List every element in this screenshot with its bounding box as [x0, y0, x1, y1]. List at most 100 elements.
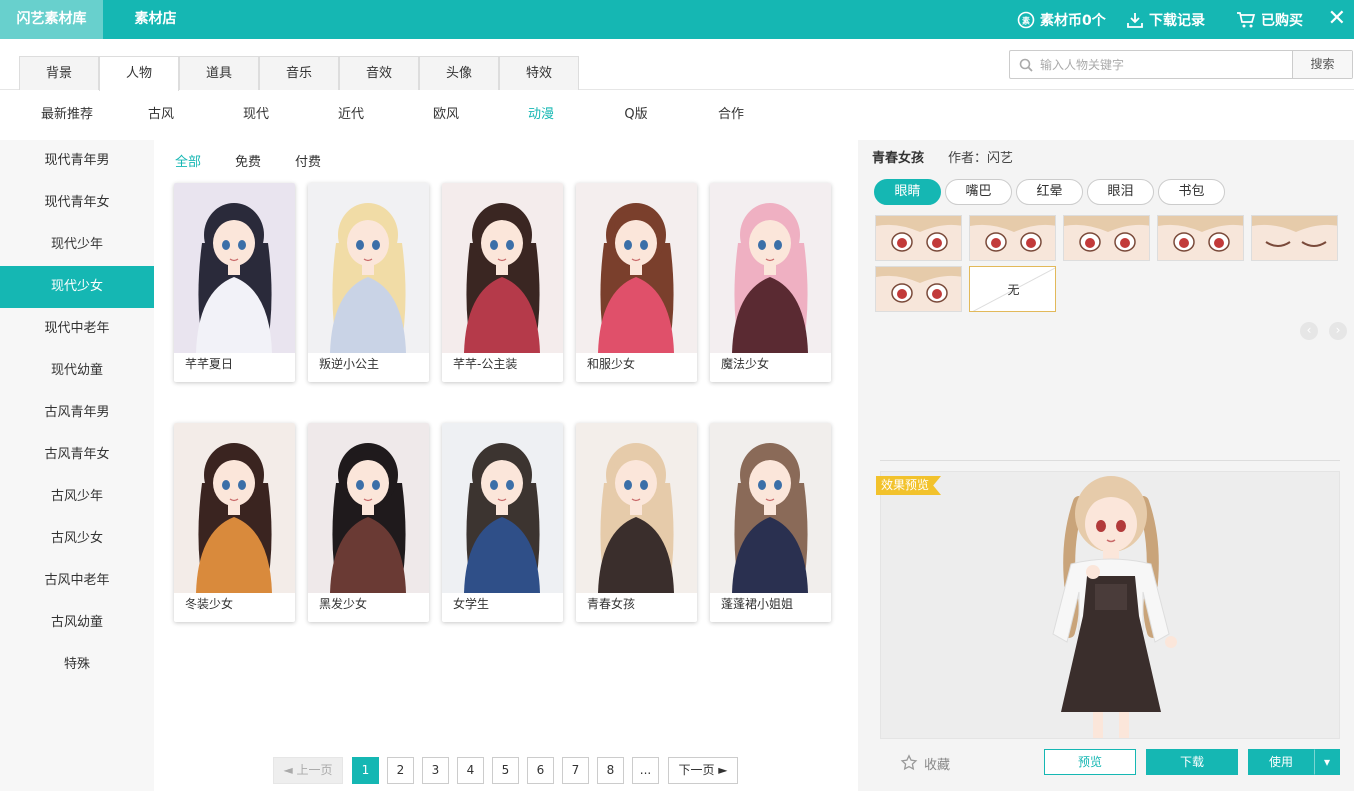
character-card[interactable]: 叛逆小公主	[308, 183, 429, 382]
tab-props[interactable]: 道具	[179, 56, 259, 90]
character-card[interactable]: 魔法少女	[710, 183, 831, 382]
search-input[interactable]	[1010, 51, 1293, 78]
character-card-label: 冬装少女	[185, 597, 234, 611]
sidebar-item[interactable]: 古风幼童	[0, 602, 154, 644]
sidebar-item-selected[interactable]: 现代少女	[0, 266, 154, 308]
page-button[interactable]: 4	[457, 757, 484, 784]
character-card-label: 蓬蓬裙小姐姐	[721, 597, 794, 611]
part-tab-tears[interactable]: 眼泪	[1087, 179, 1154, 205]
category-sidebar: 现代青年男 现代青年女 现代少年 现代少女 现代中老年 现代幼童 古风青年男 古…	[0, 140, 154, 791]
sidebar-item[interactable]: 古风少女	[0, 518, 154, 560]
character-card[interactable]: 青春女孩	[576, 423, 697, 622]
character-card[interactable]: 黑发少女	[308, 423, 429, 622]
sidebar-item[interactable]: 现代青年男	[0, 140, 154, 182]
page-button[interactable]: 2	[387, 757, 414, 784]
eye-thumbnail[interactable]	[1063, 215, 1150, 261]
subnav-ancient[interactable]: 古风	[141, 90, 181, 140]
part-tab-blush[interactable]: 红晕	[1016, 179, 1083, 205]
filter-all[interactable]: 全部	[175, 150, 201, 176]
character-card[interactable]: 冬装少女	[174, 423, 295, 622]
top-bar: 闪艺素材库 素材店 素 素材币0个 下载记录 已购买 ✕	[0, 0, 1354, 39]
tab-characters[interactable]: 人物	[99, 56, 179, 91]
part-tab-mouth[interactable]: 嘴巴	[945, 179, 1012, 205]
close-icon[interactable]: ✕	[1328, 0, 1346, 39]
filter-free[interactable]: 免费	[235, 150, 261, 176]
eye-thumbnail[interactable]	[1157, 215, 1244, 261]
page-button[interactable]: 3	[422, 757, 449, 784]
brand-tab[interactable]: 闪艺素材库	[0, 0, 103, 39]
subnav-western[interactable]: 欧风	[426, 90, 466, 140]
subnav-chibi[interactable]: Q版	[616, 90, 656, 140]
sidebar-item[interactable]: 古风青年男	[0, 392, 154, 434]
page-button[interactable]: 8	[597, 757, 624, 784]
sidebar-item[interactable]: 古风少年	[0, 476, 154, 518]
purchased-button[interactable]: 已购买	[1236, 0, 1303, 39]
style-subnav: 最新推荐 古风 现代 近代 欧风 动漫 Q版 合作	[0, 90, 1354, 140]
character-card[interactable]: 女学生	[442, 423, 563, 622]
sidebar-item[interactable]: 现代少年	[0, 224, 154, 266]
preview-button[interactable]: 预览	[1044, 749, 1136, 775]
character-card[interactable]: 蓬蓬裙小姐姐	[710, 423, 831, 622]
prev-page-button[interactable]: ◄ 上一页	[273, 757, 343, 784]
sidebar-item[interactable]: 特殊	[0, 644, 154, 686]
page-button[interactable]: 7	[562, 757, 589, 784]
character-thumbnail	[442, 423, 563, 593]
eye-thumbnail[interactable]	[875, 215, 962, 261]
sidebar-item[interactable]: 现代幼童	[0, 350, 154, 392]
character-card-label: 叛逆小公主	[319, 357, 380, 371]
part-tab-eyes[interactable]: 眼睛	[874, 179, 941, 205]
page-button[interactable]: 1	[352, 757, 379, 784]
favorite-label: 收藏	[924, 757, 951, 773]
character-thumbnail	[308, 183, 429, 353]
character-card[interactable]: 芊芊夏日	[174, 183, 295, 382]
page-button[interactable]: 5	[492, 757, 519, 784]
chevron-right-icon[interactable]: ›	[1329, 322, 1347, 340]
sidebar-item[interactable]: 古风中老年	[0, 560, 154, 602]
preview-badge: 效果预览	[876, 476, 942, 495]
part-none-option[interactable]: 无	[969, 266, 1056, 312]
search-button[interactable]: 搜索	[1292, 51, 1352, 78]
filter-paid[interactable]: 付费	[295, 150, 321, 176]
subnav-modern[interactable]: 现代	[236, 90, 276, 140]
subnav-anime[interactable]: 动漫	[521, 90, 561, 140]
eye-thumbnail[interactable]	[969, 215, 1056, 261]
character-card[interactable]: 芊芊-公主装	[442, 183, 563, 382]
download-button[interactable]: 下载	[1146, 749, 1238, 775]
download-icon	[1127, 12, 1143, 28]
tab-effects[interactable]: 特效	[499, 56, 579, 90]
sidebar-item[interactable]: 现代青年女	[0, 182, 154, 224]
tab-avatars[interactable]: 头像	[419, 56, 499, 90]
tab-background[interactable]: 背景	[19, 56, 99, 90]
eye-thumbnail[interactable]	[875, 266, 962, 312]
character-thumbnail	[174, 423, 295, 593]
page-button[interactable]: 6	[527, 757, 554, 784]
part-tab-schoolbag[interactable]: 书包	[1158, 179, 1225, 205]
purchased-label: 已购买	[1261, 12, 1303, 29]
tab-sound-effects[interactable]: 音效	[339, 56, 419, 90]
subnav-cooperation[interactable]: 合作	[711, 90, 751, 140]
next-page-button[interactable]: 下一页 ►	[668, 757, 738, 784]
character-card[interactable]: 和服少女	[576, 183, 697, 382]
use-button[interactable]: 使用	[1248, 749, 1314, 775]
effect-preview	[880, 471, 1340, 739]
character-card-label: 芊芊夏日	[185, 357, 234, 371]
eye-thumbnail[interactable]	[1251, 215, 1338, 261]
chevron-left-icon[interactable]: ‹	[1300, 322, 1318, 340]
character-card-label: 青春女孩	[587, 597, 636, 611]
character-card-label: 芊芊-公主装	[453, 357, 518, 371]
coins-button[interactable]: 素 素材币0个	[1017, 0, 1106, 39]
tab-music[interactable]: 音乐	[259, 56, 339, 90]
sidebar-item[interactable]: 古风青年女	[0, 434, 154, 476]
favorite-button[interactable]: 收藏	[900, 752, 950, 774]
detail-author: 作者：闪艺	[948, 151, 1014, 166]
character-thumbnail	[710, 183, 831, 353]
download-records-button[interactable]: 下载记录	[1126, 0, 1205, 39]
sidebar-item[interactable]: 现代中老年	[0, 308, 154, 350]
page-ellipsis: ...	[632, 757, 659, 784]
material-shop-tab[interactable]: 素材店	[118, 0, 193, 39]
subnav-latest[interactable]: 最新推荐	[34, 90, 100, 140]
use-dropdown-arrow[interactable]: ▾	[1314, 749, 1340, 775]
eye-variant-image	[876, 216, 961, 260]
subnav-contemporary[interactable]: 近代	[331, 90, 371, 140]
eye-variant-image	[1064, 216, 1149, 260]
